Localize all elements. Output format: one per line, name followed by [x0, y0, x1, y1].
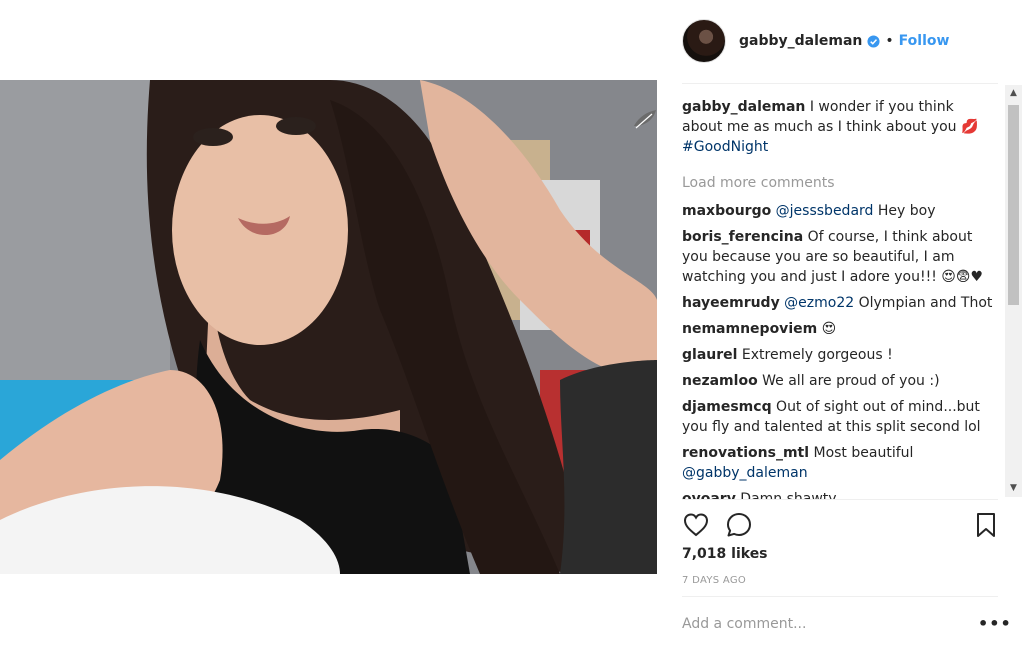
add-comment-input[interactable] [682, 616, 932, 632]
comment-item: nezamloo We all are proud of you :) [682, 371, 1004, 391]
comments-list[interactable]: gabby_daleman I wonder if you think abou… [682, 95, 1004, 500]
comment-item: renovations_mtl Most beautiful @gabby_da… [682, 443, 1004, 483]
scrollbar-thumb[interactable] [1008, 105, 1019, 305]
comment-text: Extremely gorgeous ! [737, 347, 893, 363]
comment-username[interactable]: nezamloo [682, 373, 758, 389]
bookmark-icon[interactable] [972, 511, 1000, 539]
comments-scrollbar[interactable]: ▲ ▼ [1005, 85, 1022, 497]
avatar[interactable] [682, 19, 726, 63]
comment-username[interactable]: hayeemrudy [682, 295, 780, 311]
comment-username[interactable]: nemamnepoviem [682, 321, 817, 337]
separator-dot: • [885, 33, 894, 49]
comment-mention[interactable]: @gabby_daleman [682, 465, 808, 481]
footer-divider [682, 596, 998, 597]
comment-username[interactable]: boris_ferencina [682, 229, 803, 245]
load-more-comments-button[interactable]: Load more comments [682, 173, 1004, 193]
scroll-up-arrow-icon[interactable]: ▲ [1005, 85, 1022, 102]
scroll-down-arrow-icon[interactable]: ▼ [1005, 480, 1022, 497]
comment-text: Hey boy [873, 203, 936, 219]
caption: gabby_daleman I wonder if you think abou… [682, 97, 1004, 157]
comment-item: nemamnepoviem 😍 [682, 319, 1004, 339]
post-header: gabby_daleman • Follow [682, 17, 998, 65]
post-sidebar: gabby_daleman • Follow gabby_daleman I w… [682, 0, 1011, 655]
header-username[interactable]: gabby_daleman [739, 33, 862, 49]
caption-username[interactable]: gabby_daleman [682, 99, 805, 115]
comment-username[interactable]: maxbourgo [682, 203, 771, 219]
heart-icon[interactable] [682, 511, 710, 539]
leaf-icon [634, 110, 656, 129]
more-options-icon[interactable]: ••• [978, 614, 1012, 633]
comment-text: Most beautiful [809, 445, 914, 461]
comment-username[interactable]: djamesmcq [682, 399, 772, 415]
comments-divider [682, 499, 998, 500]
comment-mention[interactable]: @jesssbedard [776, 203, 874, 219]
caption-hashtag[interactable]: #GoodNight [682, 139, 768, 155]
comment-username[interactable]: glaurel [682, 347, 737, 363]
verified-badge-icon [867, 34, 880, 48]
comment-bubble-icon[interactable] [725, 511, 753, 539]
comment-text: We all are proud of you :) [757, 373, 940, 389]
comment-text: Olympian and Thot [854, 295, 993, 311]
selfie-illustration [0, 80, 657, 574]
likes-count[interactable]: 7,018 likes [682, 546, 768, 562]
comment-item: boris_ferencina Of course, I think about… [682, 227, 1004, 287]
comment-item: djamesmcq Out of sight out of mind...but… [682, 397, 1004, 437]
comment-text: 😍 [817, 321, 837, 337]
comment-mention[interactable]: @ezmo22 [784, 295, 854, 311]
header-divider [682, 83, 998, 84]
comment-item: hayeemrudy @ezmo22 Olympian and Thot [682, 293, 1004, 313]
action-bar [682, 511, 998, 539]
post-age[interactable]: 7 DAYS AGO [682, 575, 746, 586]
comment-item: maxbourgo @jesssbedard Hey boy [682, 201, 1004, 221]
follow-button[interactable]: Follow [899, 33, 950, 49]
comment-username[interactable]: renovations_mtl [682, 445, 809, 461]
comment-item: glaurel Extremely gorgeous ! [682, 345, 1004, 365]
post-photo[interactable] [0, 80, 657, 574]
